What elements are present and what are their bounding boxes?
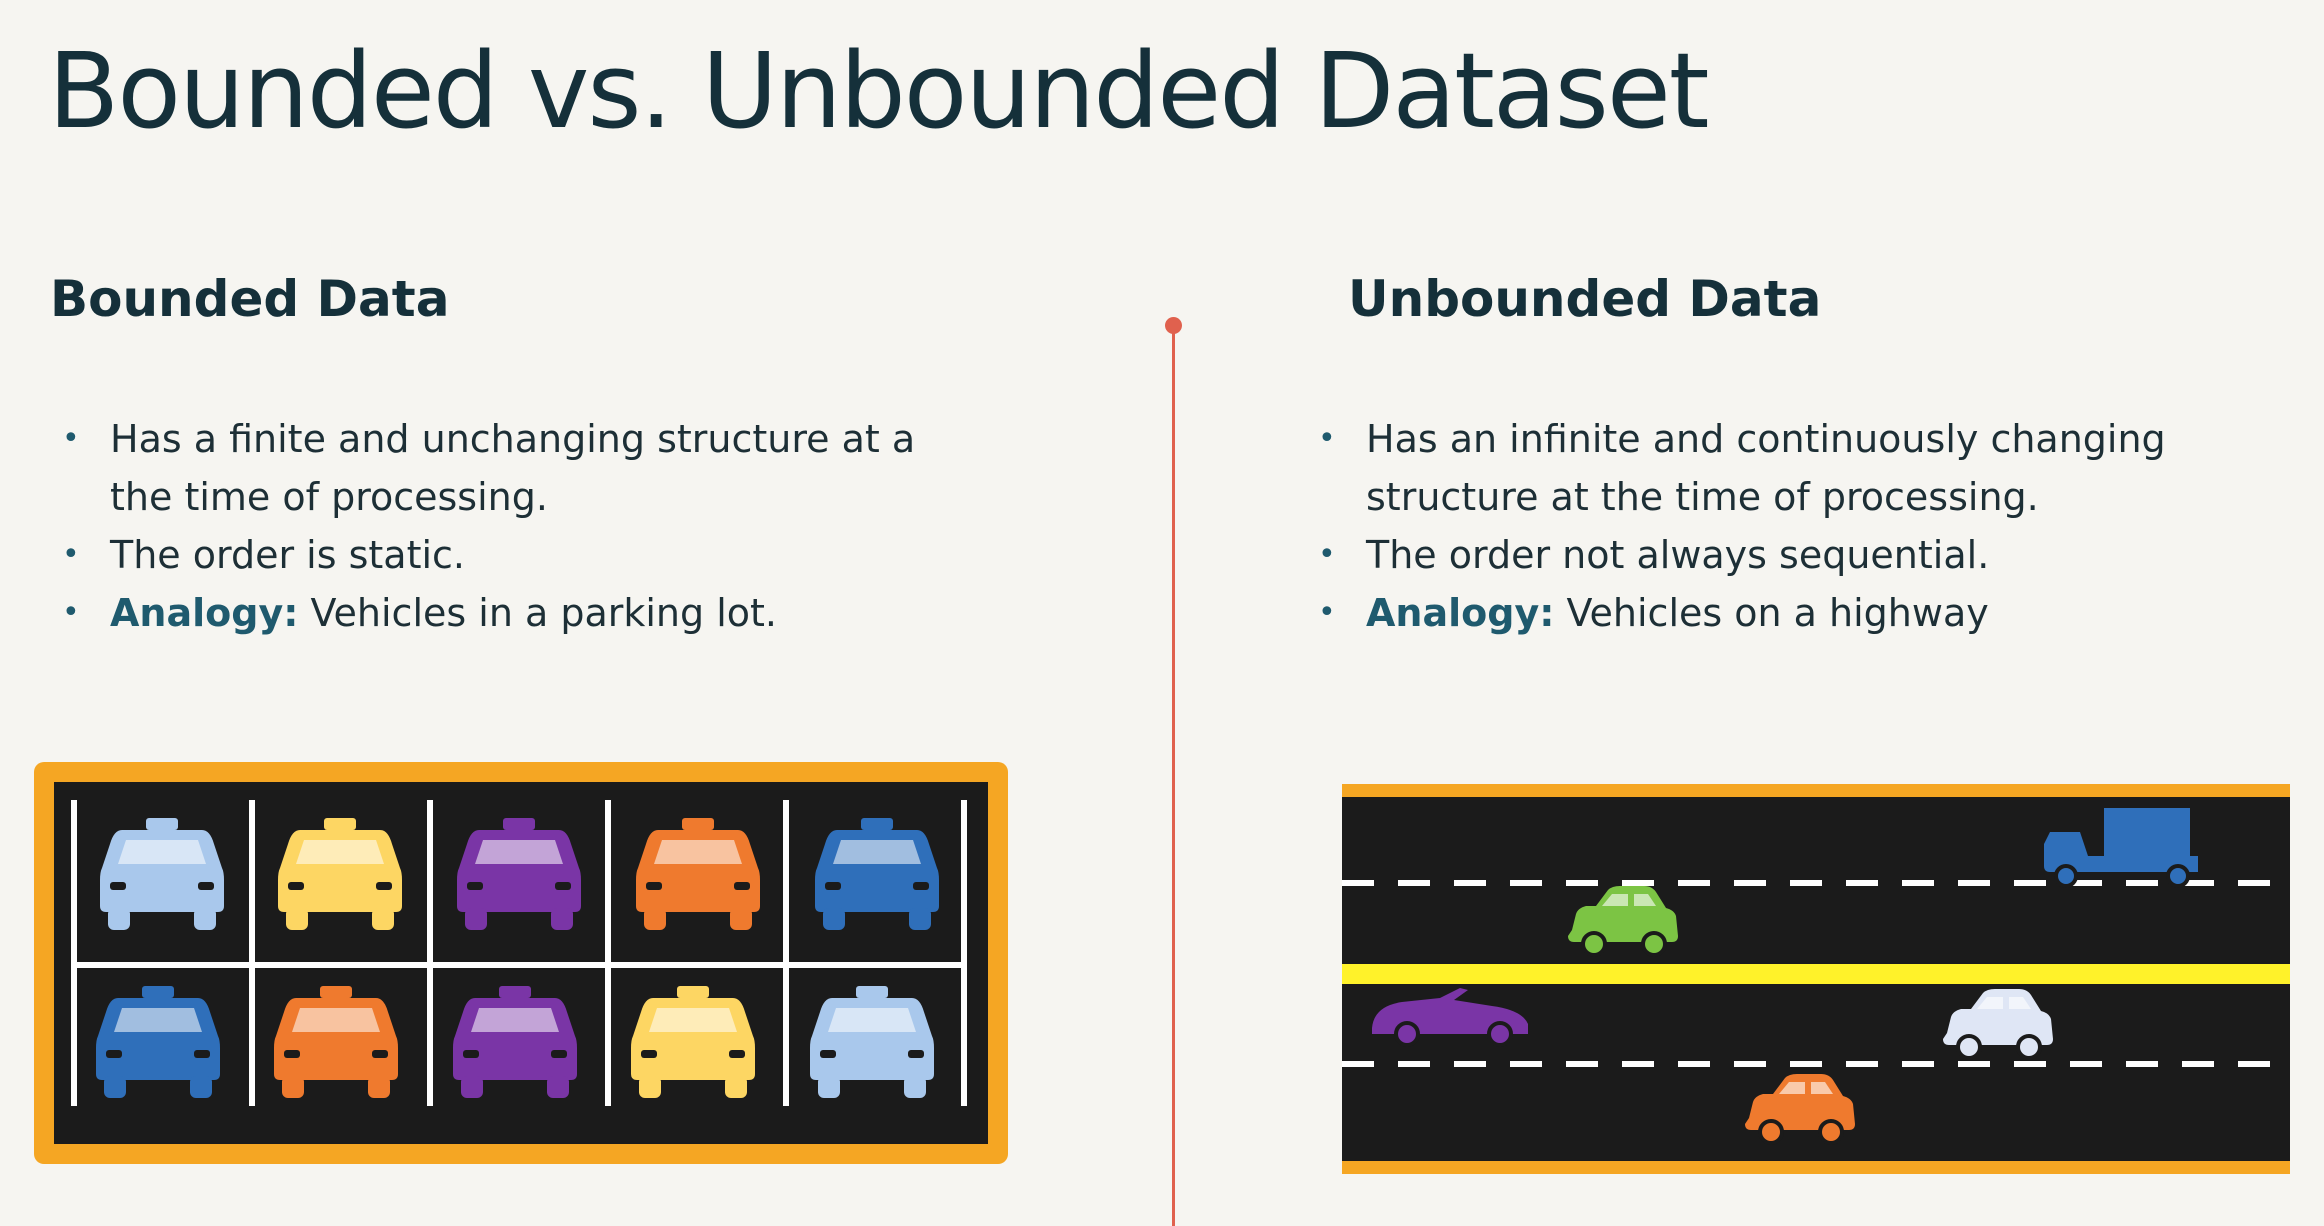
bounded-bullet-2: The order is static. <box>62 526 982 584</box>
highway-icon <box>1342 784 2290 1174</box>
unbounded-bullet-1: Has an infinite and continuously changin… <box>1318 410 2238 526</box>
slide: Bounded vs. Unbounded Dataset Bounded Da… <box>0 0 2324 1226</box>
unbounded-bullet-2: The order not always sequential. <box>1318 526 2238 584</box>
center-line <box>1342 964 2290 984</box>
unbounded-analogy-label: Analogy: <box>1366 591 1555 635</box>
divider-dot <box>1165 317 1182 334</box>
parking-lot-icon <box>34 762 1008 1164</box>
unbounded-heading: Unbounded Data <box>1348 270 1822 328</box>
bounded-bullet-list: Has a finite and unchanging structure at… <box>62 410 982 642</box>
bounded-heading: Bounded Data <box>50 270 450 328</box>
unbounded-bullet-analogy: Analogy: Vehicles on a highway <box>1318 584 2238 642</box>
bounded-bullet-1: Has a finite and unchanging structure at… <box>62 410 982 526</box>
bounded-bullet-analogy: Analogy: Vehicles in a parking lot. <box>62 584 982 642</box>
bounded-analogy-text: Vehicles in a parking lot. <box>298 591 778 635</box>
bounded-analogy-label: Analogy: <box>110 591 299 635</box>
column-divider <box>1172 326 1175 1226</box>
unbounded-bullet-list: Has an infinite and continuously changin… <box>1318 410 2238 642</box>
slide-title: Bounded vs. Unbounded Dataset <box>48 30 1710 152</box>
unbounded-analogy-text: Vehicles on a highway <box>1554 591 1989 635</box>
